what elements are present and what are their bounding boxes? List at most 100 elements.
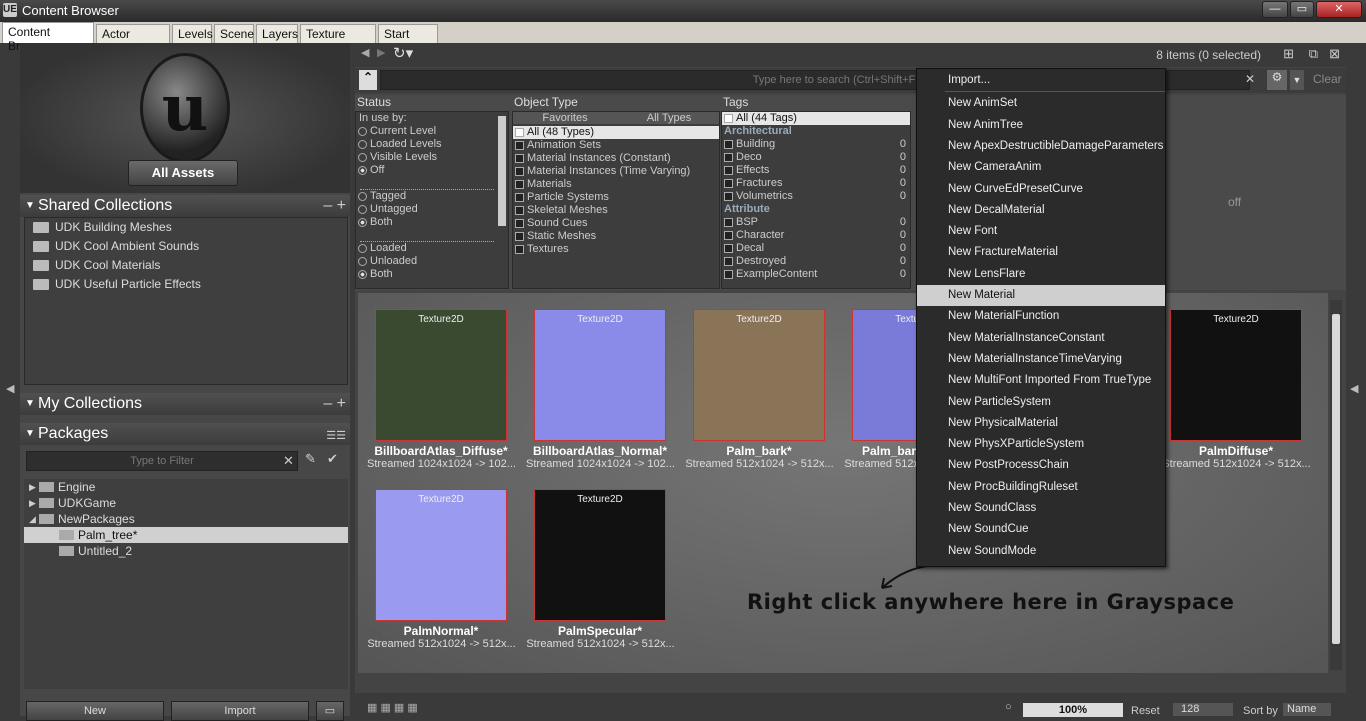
collapse-triangle-icon[interactable]: ▼ <box>25 423 35 445</box>
detach-window-icon[interactable]: ⧉ <box>1309 46 1318 62</box>
tag-checkbox[interactable]: Fractures 0 <box>722 177 910 190</box>
menu-item-new-materialinstanceconstant[interactable]: New MaterialInstanceConstant <box>917 328 1165 349</box>
collection-item[interactable]: UDK Building Meshes <box>25 218 347 237</box>
add-remove-collection-icon[interactable]: – + <box>323 195 346 217</box>
back-arrow-icon[interactable]: ◀ <box>361 46 369 59</box>
asset-scrollbar[interactable] <box>1330 300 1342 670</box>
clear-button[interactable]: Clear <box>1313 72 1342 86</box>
collection-item[interactable]: UDK Useful Particle Effects <box>25 275 347 294</box>
status-option[interactable]: Visible Levels <box>356 151 508 164</box>
minimize-button[interactable]: — <box>1262 1 1288 18</box>
menu-item-new-lensflare[interactable]: New LensFlare <box>917 264 1165 285</box>
status-option[interactable]: Untagged <box>356 203 508 216</box>
object-type-checkbox[interactable]: Static Meshes <box>513 230 719 243</box>
tab-layers[interactable]: Layers <box>256 24 298 43</box>
tag-checkbox[interactable]: Volumetrics 0 <box>722 190 910 203</box>
asset-thumbnail[interactable]: Texture2D <box>534 489 666 621</box>
clear-filter-icon[interactable]: ✕ <box>283 453 294 469</box>
package-tree-item[interactable]: ◢ NewPackages <box>24 511 348 527</box>
asset-thumbnail[interactable]: Texture2D <box>693 309 825 441</box>
clear-search-icon[interactable]: ✕ <box>1245 72 1255 86</box>
menu-item-new-multifont-imported-from-truetype[interactable]: New MultiFont Imported From TrueType <box>917 370 1165 391</box>
status-option[interactable]: Unloaded <box>356 255 508 268</box>
menu-item-new-curveedpresetcurve[interactable]: New CurveEdPresetCurve <box>917 179 1165 200</box>
tag-checkbox[interactable]: Destroyed 0 <box>722 255 910 268</box>
radio-icon[interactable] <box>358 218 367 227</box>
zoom-level[interactable]: 100% <box>1023 703 1123 717</box>
thumb-size-select[interactable]: 128 <box>1173 703 1233 716</box>
tab-texture-stats[interactable]: Texture Stats <box>300 24 376 55</box>
radio-icon[interactable] <box>358 153 367 162</box>
menu-item-new-physxparticlesystem[interactable]: New PhysXParticleSystem <box>917 434 1165 455</box>
tag-checkbox[interactable]: Decal 0 <box>722 242 910 255</box>
pencil-icon[interactable]: ✎ <box>305 451 316 467</box>
radio-icon[interactable] <box>358 127 367 136</box>
package-filter-input[interactable]: Type to Filter <box>26 451 298 471</box>
status-scrollbar[interactable] <box>498 116 506 226</box>
favorites-tab[interactable]: Favorites <box>513 112 617 124</box>
menu-item-new-postprocesschain[interactable]: New PostProcessChain <box>917 455 1165 476</box>
radio-icon[interactable] <box>358 192 367 201</box>
open-folder-icon[interactable]: ▭ <box>316 701 344 721</box>
package-tree-item[interactable]: ▶ Engine <box>24 479 348 495</box>
asset-thumbnail[interactable]: Texture2D <box>375 309 507 441</box>
radio-icon[interactable] <box>358 244 367 253</box>
menu-item-new-materialfunction[interactable]: New MaterialFunction <box>917 306 1165 327</box>
packages-header[interactable]: ▼ Packages ☰☰ <box>20 423 350 445</box>
view-mode-icons[interactable]: ▦ ▦ ▦ ▦ <box>367 701 418 714</box>
status-option[interactable]: Loaded Levels <box>356 138 508 151</box>
asset-thumbnail[interactable]: Texture2D <box>534 309 666 441</box>
tab-actor-classes[interactable]: Actor Classes <box>96 24 170 55</box>
collapse-right-arrow-icon[interactable]: ◀ <box>1350 382 1358 395</box>
scrollbar-thumb[interactable] <box>1332 314 1340 644</box>
object-type-checkbox[interactable]: All (48 Types) <box>513 126 719 139</box>
menu-item-new-soundcue[interactable]: New SoundCue <box>917 519 1165 540</box>
collapse-left-arrow-icon[interactable]: ◀ <box>6 382 14 395</box>
tag-checkbox[interactable]: Deco 0 <box>722 151 910 164</box>
shared-collections-header[interactable]: ▼ Shared Collections – + <box>20 195 350 217</box>
menu-item-new-animtree[interactable]: New AnimTree <box>917 115 1165 136</box>
tag-checkbox[interactable]: Character 0 <box>722 229 910 242</box>
menu-item-new-fracturematerial[interactable]: New FractureMaterial <box>917 242 1165 263</box>
menu-item-new-material[interactable]: New Material <box>917 285 1165 306</box>
reset-button[interactable]: Reset <box>1131 705 1160 717</box>
collection-item[interactable]: UDK Cool Ambient Sounds <box>25 237 347 256</box>
new-window-icon[interactable]: ⊞ <box>1283 46 1294 62</box>
tab-levels[interactable]: Levels <box>172 24 213 43</box>
object-type-checkbox[interactable]: Material Instances (Constant) <box>513 152 719 165</box>
menu-item-new-soundmode[interactable]: New SoundMode <box>917 541 1165 562</box>
status-option[interactable]: Tagged <box>356 190 508 203</box>
collection-item[interactable]: UDK Cool Materials <box>25 256 347 275</box>
asset-thumbnail[interactable]: Texture2D <box>375 489 507 621</box>
tab-content-browser[interactable]: Content Browser <box>2 22 94 53</box>
list-view-toggle-icon[interactable]: ☰☰ <box>326 425 346 447</box>
asset-thumbnail[interactable]: Texture2D <box>1170 309 1302 441</box>
object-type-checkbox[interactable]: Textures <box>513 243 719 256</box>
status-option[interactable]: Both <box>356 268 508 281</box>
collapse-triangle-icon[interactable]: ▼ <box>25 393 35 415</box>
search-options-icon[interactable]: ⚙ <box>1267 70 1287 90</box>
radio-icon[interactable] <box>358 257 367 266</box>
all-types-tab[interactable]: All Types <box>617 112 719 124</box>
menu-item-new-soundclass[interactable]: New SoundClass <box>917 498 1165 519</box>
collapse-triangle-icon[interactable]: ▼ <box>25 195 35 217</box>
maximize-button[interactable]: ▭ <box>1290 1 1314 18</box>
all-tags-checkbox[interactable]: All (44 Tags) <box>722 112 910 125</box>
close-panel-icon[interactable]: ⊠ <box>1329 46 1340 62</box>
new-button[interactable]: New <box>26 701 164 721</box>
tag-checkbox[interactable]: Building 0 <box>722 138 910 151</box>
menu-item-new-procbuildingruleset[interactable]: New ProcBuildingRuleset <box>917 477 1165 498</box>
radio-icon[interactable] <box>358 270 367 279</box>
object-type-checkbox[interactable]: Particle Systems <box>513 191 719 204</box>
zoom-search-icon[interactable]: ○ <box>1005 701 1012 713</box>
package-tree-item[interactable]: Untitled_2 <box>24 543 348 559</box>
tree-expander-icon[interactable]: ▶ <box>29 495 36 511</box>
menu-item-new-materialinstancetimevarying[interactable]: New MaterialInstanceTimeVarying <box>917 349 1165 370</box>
status-option[interactable]: Loaded <box>356 242 508 255</box>
radio-icon[interactable] <box>358 140 367 149</box>
forward-arrow-icon[interactable]: ▶ <box>377 46 385 59</box>
tab-scene[interactable]: Scene <box>214 24 254 43</box>
tag-checkbox[interactable]: BSP 0 <box>722 216 910 229</box>
tag-checkbox[interactable]: Effects 0 <box>722 164 910 177</box>
status-option[interactable]: Current Level <box>356 125 508 138</box>
